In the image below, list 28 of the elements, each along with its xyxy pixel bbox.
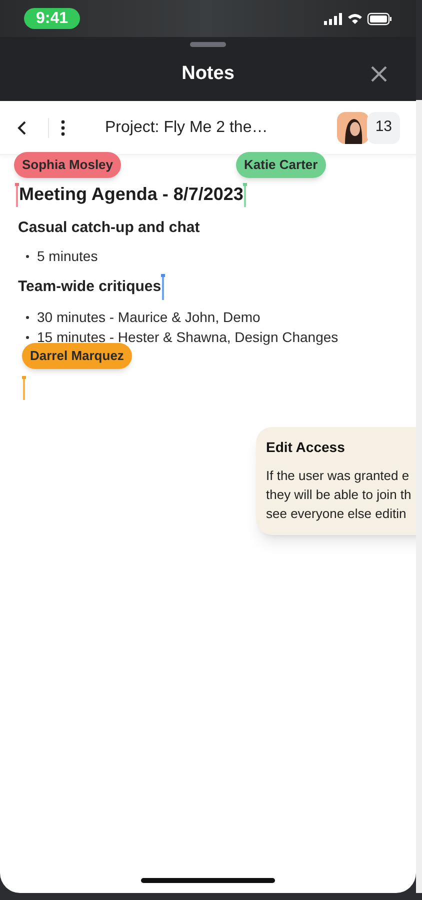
agenda-item: 5 minutes <box>37 247 98 265</box>
drag-handle[interactable] <box>190 42 226 47</box>
more-options-icon[interactable] <box>61 120 65 136</box>
tooltip-text: If the user was granted e <box>266 467 410 485</box>
participant-count[interactable]: 13 <box>367 112 400 144</box>
section-heading: Team-wide critiques <box>18 277 162 297</box>
collaborator-tag: Sophia Mosley <box>14 152 122 178</box>
collaborator-tag: Katie Carter <box>236 152 326 178</box>
text-cursor-icon <box>15 182 19 206</box>
text-cursor-icon <box>161 274 166 300</box>
tooltip-text: they will be able to join th <box>266 486 412 504</box>
section-heading: Casual catch-up and chat <box>18 218 200 238</box>
avatar[interactable] <box>337 112 370 144</box>
battery-icon <box>367 12 392 25</box>
close-button[interactable] <box>370 65 388 83</box>
tooltip-text: see everyone else editin <box>266 505 408 523</box>
agenda-item: 30 minutes - Maurice & John, Demo <box>37 308 260 326</box>
document-title: Meeting Agenda - 8/7/2023 <box>19 183 244 206</box>
text-cursor-icon <box>243 182 248 206</box>
text-cursor-icon <box>22 376 26 400</box>
agenda-item: 15 minutes - Hester & Shawna, Design Changes <box>37 328 338 346</box>
tooltip-title: Edit Access <box>266 438 346 457</box>
project-title: Project: Fly Me 2 the… <box>105 118 268 138</box>
signal-icon <box>324 12 342 24</box>
status-time: 9:41 <box>24 8 80 29</box>
collaborator-tag: Darrel Marquez <box>22 343 132 368</box>
wifi-icon <box>348 14 362 24</box>
sheet-title: Notes <box>182 62 234 86</box>
